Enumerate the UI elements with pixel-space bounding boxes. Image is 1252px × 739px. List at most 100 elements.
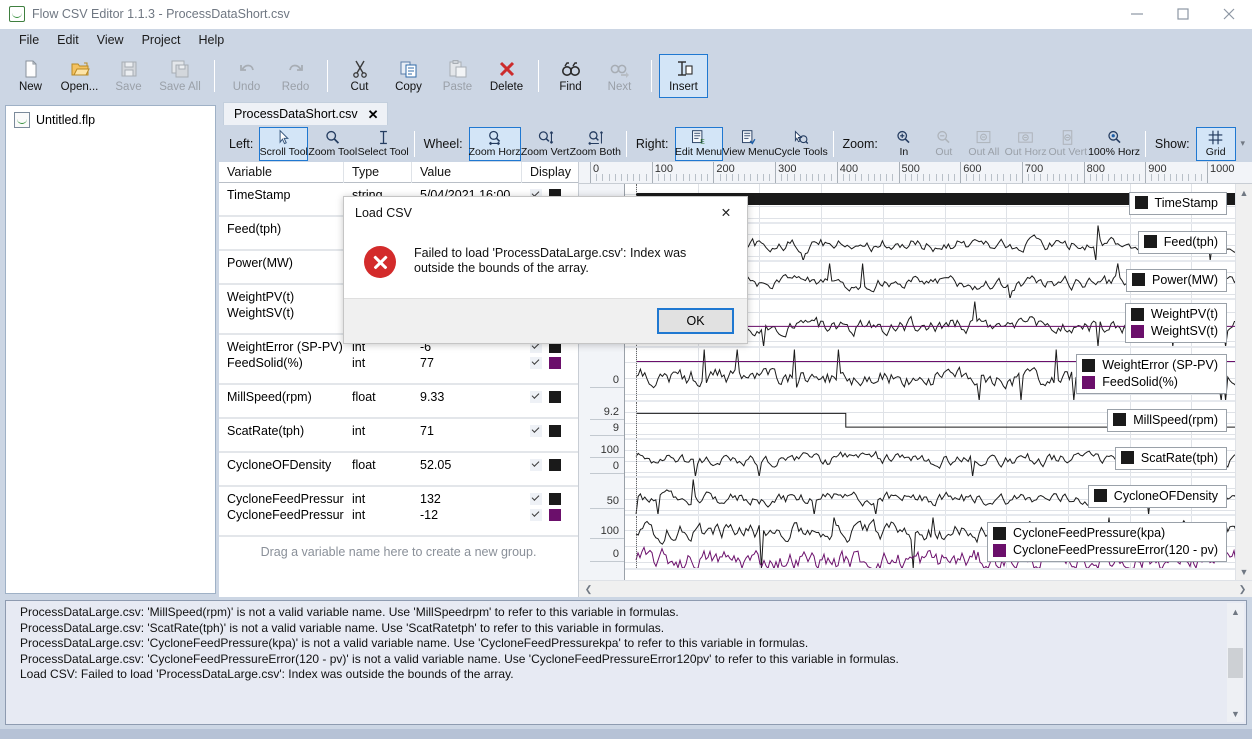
minimize-button[interactable] (1114, 0, 1160, 29)
menu-item-file[interactable]: File (10, 31, 48, 49)
plot-legend[interactable]: WeightPV(t) WeightSV(t) (1124, 303, 1227, 343)
plot-legend[interactable]: Power(MW) (1126, 268, 1227, 292)
column-header-display[interactable]: Display (522, 162, 578, 183)
ok-button[interactable]: OK (657, 308, 734, 334)
open-button[interactable]: Open... (55, 54, 104, 98)
log-text[interactable]: ProcessDataLarge.csv: 'MillSpeed(rpm)' i… (6, 601, 1227, 724)
grid-toggle-button[interactable]: Grid (1195, 126, 1236, 161)
zoom-both-button[interactable]: Zoom Both (570, 127, 621, 161)
table-row[interactable]: MillSpeed(rpm) float 9.33 (219, 389, 578, 405)
color-swatch[interactable] (549, 493, 561, 505)
variable-group[interactable]: CycloneOFDensity float 52.05 (219, 453, 578, 487)
display-checkbox[interactable] (530, 493, 542, 505)
redo-button[interactable]: Redo (271, 54, 320, 98)
insert-button[interactable]: Insert (659, 54, 708, 98)
cell-display[interactable] (522, 507, 578, 523)
column-header-variable[interactable]: Variable (219, 161, 344, 183)
time-ruler[interactable]: 0 100 200 300 400 500 600 700 800 900 1000 (579, 162, 1252, 184)
color-swatch[interactable] (549, 425, 561, 437)
zoom-out-horz-button[interactable]: Out Horz (1004, 127, 1048, 161)
project-item-untitled-flp[interactable]: Untitled.flp (6, 106, 215, 130)
display-checkbox[interactable] (530, 391, 542, 403)
tab-processdatashort-csv[interactable]: ProcessDataShort.csv ✕ (223, 102, 388, 125)
scroll-up-icon[interactable]: ▲ (1236, 184, 1252, 201)
viewbar-overflow-chevron[interactable]: ▾ (1236, 135, 1250, 152)
scroll-left-icon[interactable]: ❮ (580, 581, 597, 598)
variable-group[interactable]: MillSpeed(rpm) float 9.33 (219, 385, 578, 419)
next-button[interactable]: Next (595, 54, 644, 98)
cell-display[interactable] (522, 389, 578, 405)
menu-item-project[interactable]: Project (133, 31, 190, 49)
save-button[interactable]: Save (104, 54, 153, 98)
menu-item-help[interactable]: Help (189, 31, 233, 49)
plot-horizontal-scrollbar[interactable]: ❮ ❯ (579, 580, 1252, 597)
plot-cursor-line[interactable] (636, 402, 637, 438)
cell-display[interactable] (522, 423, 578, 439)
display-checkbox[interactable] (530, 357, 542, 369)
zoom-tool-button[interactable]: Zoom Tool (308, 127, 357, 161)
scroll-right-icon[interactable]: ❯ (1234, 581, 1251, 598)
color-swatch[interactable] (549, 509, 561, 521)
zoom-out-vert-button[interactable]: Out Vert (1047, 127, 1088, 161)
variable-group[interactable]: ScatRate(tph) int 71 (219, 419, 578, 453)
view-menu-button[interactable]: View Menu (723, 127, 775, 161)
save-all-button[interactable]: Save All (153, 54, 207, 98)
plot-cursor-line[interactable] (636, 516, 637, 568)
column-header-value[interactable]: Value (412, 161, 522, 183)
maximize-button[interactable] (1160, 0, 1206, 29)
delete-button[interactable]: Delete (482, 54, 531, 98)
menu-item-view[interactable]: View (88, 31, 133, 49)
table-row[interactable]: ScatRate(tph) int 71 (219, 423, 578, 439)
tab-close-icon[interactable]: ✕ (368, 108, 379, 121)
plot-legend[interactable]: TimeStamp (1128, 191, 1227, 215)
zoom-out-all-button[interactable]: Out All (964, 127, 1004, 161)
cell-display[interactable] (522, 491, 578, 507)
color-swatch[interactable] (549, 459, 561, 471)
plot-legend[interactable]: ScatRate(tph) (1114, 446, 1227, 470)
zoom-out-button[interactable]: Out (924, 127, 964, 161)
display-checkbox[interactable] (530, 509, 542, 521)
cycle-tools-button[interactable]: Cycle Tools (774, 127, 828, 161)
variable-group[interactable]: CycloneFeedPressur int 132 CycloneFeedPr… (219, 487, 578, 537)
plot-cursor-line[interactable] (636, 440, 637, 476)
scroll-down-icon[interactable]: ▼ (1227, 705, 1244, 722)
copy-button[interactable]: Copy (384, 54, 433, 98)
zoom-horz-button[interactable]: Zoom Horz (468, 126, 521, 161)
plot-legend[interactable]: CycloneFeedPressure(kpa) CycloneFeedPress… (987, 522, 1227, 562)
plot-cursor-line[interactable] (636, 348, 637, 400)
table-row[interactable]: FeedSolid(%) int 77 (219, 355, 578, 371)
cell-display[interactable] (522, 355, 578, 371)
find-button[interactable]: Find (546, 54, 595, 98)
plot-legend[interactable]: Feed(tph) (1137, 230, 1227, 254)
dialog-close-icon[interactable]: ✕ (705, 197, 747, 228)
color-swatch[interactable] (549, 357, 561, 369)
plot-vertical-scrollbar[interactable]: ▲ ▼ (1235, 184, 1252, 580)
table-row[interactable]: CycloneFeedPressur int -12 (219, 507, 578, 523)
edit-menu-button[interactable]: E Edit Menu (674, 126, 723, 161)
cut-button[interactable]: Cut (335, 54, 384, 98)
plot-cursor-line[interactable] (636, 478, 637, 514)
plot-legend[interactable]: MillSpeed(rpm) (1107, 408, 1227, 432)
plot-legend[interactable]: CycloneOFDensity (1087, 484, 1227, 508)
scroll-up-icon[interactable]: ▲ (1227, 603, 1244, 620)
log-scroll-thumb[interactable] (1228, 647, 1243, 678)
column-header-type[interactable]: Type (344, 161, 412, 183)
scroll-tool-button[interactable]: Scroll Tool (259, 126, 309, 161)
scroll-down-icon[interactable]: ▼ (1236, 563, 1252, 580)
display-checkbox[interactable] (530, 425, 542, 437)
new-button[interactable]: New (6, 54, 55, 98)
cell-display[interactable] (522, 457, 578, 473)
paste-button[interactable]: Paste (433, 54, 482, 98)
zoom-100-horz-button[interactable]: 100% Horz (1088, 127, 1140, 161)
undo-button[interactable]: Undo (222, 54, 271, 98)
plot-legend[interactable]: WeightError (SP-PV) FeedSolid(%) (1076, 354, 1227, 394)
close-button[interactable] (1206, 0, 1252, 29)
menu-item-edit[interactable]: Edit (48, 31, 88, 49)
select-tool-button[interactable]: Select Tool (358, 127, 409, 161)
table-row[interactable]: CycloneFeedPressur int 132 (219, 491, 578, 507)
color-swatch[interactable] (549, 391, 561, 403)
zoom-vert-button[interactable]: Zoom Vert (521, 127, 570, 161)
table-row[interactable]: CycloneOFDensity float 52.05 (219, 457, 578, 473)
new-group-drop-target[interactable]: Drag a variable name here to create a ne… (219, 537, 578, 597)
display-checkbox[interactable] (530, 459, 542, 471)
